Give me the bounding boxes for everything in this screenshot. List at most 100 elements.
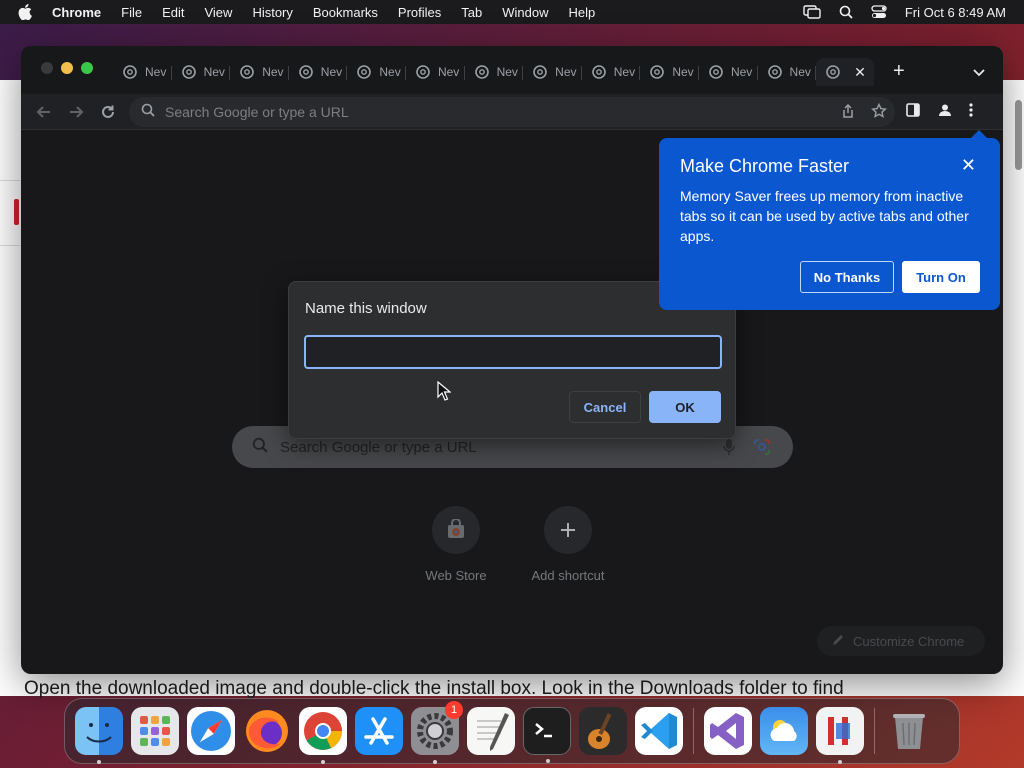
chrome-favicon-icon: [298, 65, 313, 79]
tab-close-icon[interactable]: ✕: [854, 64, 866, 81]
tab-search-chevron-icon[interactable]: [973, 64, 985, 82]
spotlight-search-icon[interactable]: [839, 5, 853, 19]
trash-icon[interactable]: [885, 707, 933, 755]
tab-list: Nev Nev Nev Nev Nev Nev Nev Nev Nev Nev Nev Nev ✕: [113, 58, 875, 86]
tab[interactable]: Nev: [699, 58, 758, 86]
menu-chrome[interactable]: Chrome: [52, 5, 101, 20]
menu-view[interactable]: View: [204, 5, 232, 20]
close-icon[interactable]: ✕: [961, 156, 976, 174]
menu-help[interactable]: Help: [569, 5, 596, 20]
safari-icon[interactable]: [187, 707, 235, 755]
bubble-body: Memory Saver frees up memory from inacti…: [680, 188, 969, 244]
macos-dock: 1: [64, 698, 960, 764]
bubble-title: Make Chrome Faster: [680, 156, 850, 176]
finder-icon[interactable]: [75, 707, 123, 764]
mouse-cursor-icon: [437, 380, 452, 406]
control-center-icon[interactable]: [871, 5, 887, 19]
dock-separator: [874, 708, 875, 754]
visual-studio-icon[interactable]: [704, 707, 752, 755]
browser-toolbar: Search Google or type a URL: [21, 94, 1003, 130]
menu-bookmarks[interactable]: Bookmarks: [313, 5, 378, 20]
side-panel-icon[interactable]: [905, 102, 921, 123]
bookmark-star-icon[interactable]: [871, 102, 887, 124]
textedit-icon[interactable]: [467, 707, 515, 755]
tab[interactable]: Nev: [113, 58, 172, 86]
bubble-arrow: [971, 130, 987, 138]
omnibox-search-icon: [141, 103, 155, 122]
firefox-icon[interactable]: [243, 707, 291, 755]
running-indicator: [546, 759, 550, 763]
window-close-button[interactable]: [41, 62, 53, 74]
back-arrow-icon[interactable]: [34, 102, 54, 122]
launchpad-icon[interactable]: [131, 707, 179, 755]
dock-separator: [693, 708, 694, 754]
chrome-favicon-icon: [357, 65, 372, 79]
share-icon[interactable]: [841, 103, 855, 124]
profile-avatar-icon[interactable]: [937, 102, 953, 123]
chrome-favicon-icon: [826, 65, 840, 79]
running-indicator: [838, 760, 842, 764]
tab[interactable]: Nev: [758, 58, 817, 86]
chrome-favicon-icon: [240, 65, 254, 79]
background-scrollbar[interactable]: [1015, 100, 1022, 170]
menu-bar-clock[interactable]: Fri Oct 6 8:49 AM: [905, 5, 1006, 20]
no-thanks-button[interactable]: No Thanks: [800, 261, 894, 293]
tab[interactable]: Nev: [347, 58, 406, 86]
window-name-input[interactable]: [304, 335, 722, 369]
turn-on-button[interactable]: Turn On: [902, 261, 980, 293]
chrome-icon[interactable]: [299, 707, 347, 764]
running-indicator: [321, 760, 325, 764]
tab[interactable]: Nev: [406, 58, 465, 86]
cancel-button[interactable]: Cancel: [569, 391, 641, 423]
terminal-icon[interactable]: [523, 707, 571, 763]
kebab-menu-icon[interactable]: [969, 102, 973, 123]
chrome-favicon-icon: [591, 65, 606, 79]
app-store-icon[interactable]: [355, 707, 403, 755]
ok-button[interactable]: OK: [649, 391, 721, 423]
menu-tab[interactable]: Tab: [461, 5, 482, 20]
menu-bar-extras: Fri Oct 6 8:49 AM: [803, 0, 1006, 24]
tab[interactable]: Nev: [582, 58, 641, 86]
weather-icon[interactable]: [760, 707, 808, 755]
menu-window[interactable]: Window: [502, 5, 548, 20]
tab[interactable]: Nev: [289, 58, 348, 86]
parallels-icon[interactable]: [816, 707, 864, 764]
background-page-edge: [0, 180, 20, 246]
system-settings-icon[interactable]: 1: [411, 701, 463, 764]
menu-file[interactable]: File: [121, 5, 142, 20]
reload-icon[interactable]: [98, 102, 118, 122]
menu-history[interactable]: History: [252, 5, 292, 20]
menu-profiles[interactable]: Profiles: [398, 5, 441, 20]
tab[interactable]: Nev: [640, 58, 699, 86]
menu-edit[interactable]: Edit: [162, 5, 184, 20]
tab[interactable]: Nev: [172, 58, 231, 86]
garageband-icon[interactable]: [579, 707, 627, 755]
background-red-marker: [14, 199, 19, 225]
apple-menu-icon[interactable]: [18, 4, 34, 20]
window-minimize-button[interactable]: [61, 62, 73, 74]
tab-title: Nev: [613, 65, 636, 79]
dialog-title: Name this window: [305, 300, 427, 317]
tab-title: Nev: [730, 65, 753, 79]
chrome-favicon-icon: [533, 65, 547, 79]
tab-active[interactable]: ✕: [816, 58, 875, 86]
new-tab-plus-icon[interactable]: +: [893, 61, 905, 81]
tab-title: Nev: [379, 65, 401, 79]
tab-title: Nev: [262, 65, 284, 79]
running-indicator: [97, 760, 101, 764]
window-zoom-button[interactable]: [81, 62, 93, 74]
tab[interactable]: Nev: [230, 58, 289, 86]
tab[interactable]: Nev: [523, 58, 582, 86]
tab-title: Nev: [320, 65, 343, 79]
tab-title: Nev: [145, 65, 167, 79]
notification-badge: 1: [445, 701, 463, 719]
memory-saver-bubble: Make Chrome Faster ✕ Memory Saver frees …: [659, 130, 1000, 310]
tab-title: Nev: [437, 65, 460, 79]
tab[interactable]: Nev: [465, 58, 524, 86]
chrome-favicon-icon: [123, 65, 137, 79]
omnibox[interactable]: Search Google or type a URL: [129, 97, 895, 127]
tab-title: Nev: [672, 65, 694, 79]
forward-arrow-icon[interactable]: [66, 102, 86, 122]
vs-code-icon[interactable]: [635, 707, 683, 755]
screen-mirroring-icon[interactable]: [803, 5, 821, 19]
